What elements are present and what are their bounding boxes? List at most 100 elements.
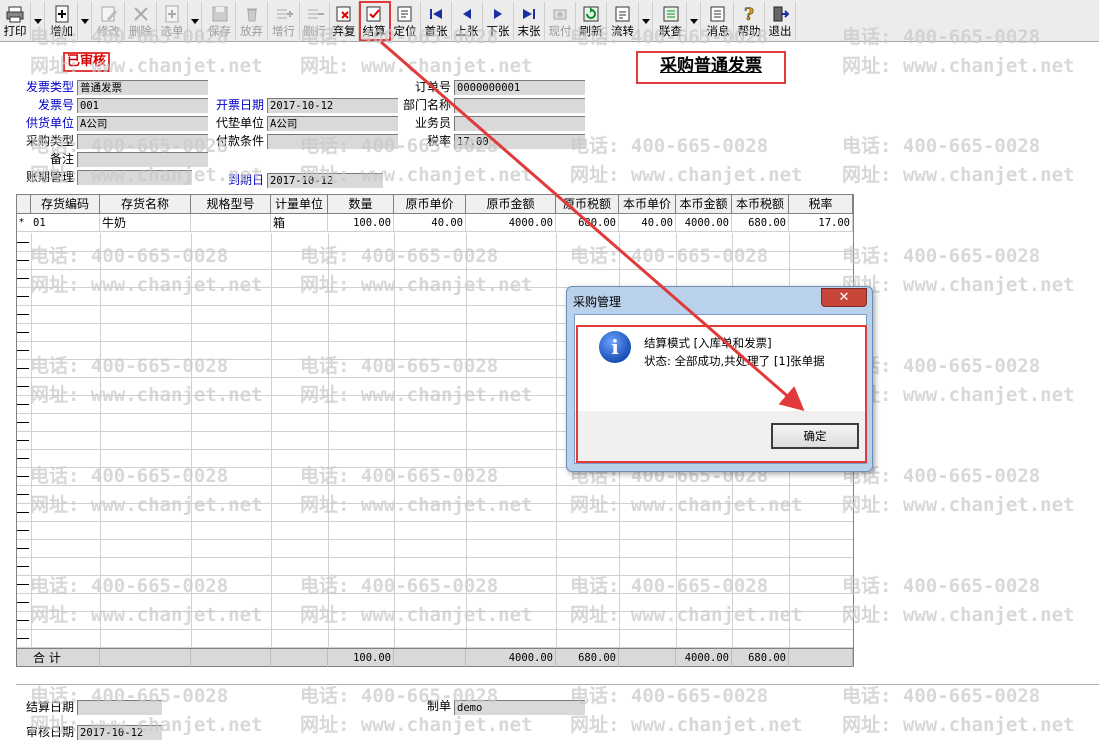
audit-date-label: 审核日期 [25,725,74,739]
delete-button[interactable]: 删除 [125,2,157,40]
message-icon [710,6,725,22]
column-header[interactable]: 数量 [328,195,394,213]
select-doc-button[interactable]: 选单 [157,2,188,40]
payment-terms-field[interactable] [267,134,398,149]
table-cell[interactable]: 01 [31,214,100,232]
ok-button[interactable]: 确定 [771,423,859,449]
last-record-icon [523,9,535,19]
table-cell[interactable]: 100.00 [328,214,394,232]
refresh-button[interactable]: 刷新 [576,2,607,40]
table-cell[interactable]: 680.00 [732,214,789,232]
dialog-message-status: 状态: 全部成功,共处理了 [1]张单据 [644,354,825,368]
add-dropdown[interactable] [78,2,92,40]
close-icon: ✕ [838,290,850,305]
column-header[interactable]: 税率 [789,195,853,213]
advance-unit-field[interactable]: A公司 [267,116,398,131]
purchase-type-field[interactable] [77,134,208,149]
add-row-button[interactable]: 增行 [268,2,300,40]
remark-field[interactable] [77,152,208,167]
audit-date-field[interactable]: 2017-10-12 [77,725,162,740]
department-label: 部门名称 [402,98,451,112]
settle-date-field[interactable] [77,700,162,715]
table-cell[interactable]: 40.00 [619,214,676,232]
dialog-body: i 结算模式 [入库单和发票] 状态: 全部成功,共处理了 [1]张单据 确定 [574,314,867,464]
column-header[interactable]: 存货名称 [100,195,191,213]
total-cell [100,649,191,667]
column-header[interactable]: 原币税额 [556,195,619,213]
link-query-icon [663,6,678,22]
row-marker: * [19,217,24,228]
table-cell[interactable]: 680.00 [556,214,619,232]
due-date-field[interactable]: 2017-10-12 [267,173,383,188]
delete-row-icon [307,9,324,19]
link-query-button[interactable]: 联查 [655,2,687,40]
message-button[interactable]: 消息 [703,2,734,40]
first-record-button[interactable]: 首张 [421,2,452,40]
prev-record-icon [463,9,471,19]
unapprove-button[interactable]: 弃复 [330,2,359,40]
payment-terms-label: 付款条件 [215,134,264,148]
column-header[interactable]: 原币单价 [394,195,466,213]
dialog-message-mode: 结算模式 [入库单和发票] [644,336,772,350]
last-record-button[interactable]: 末张 [514,2,545,40]
total-cell: 4000.00 [676,649,732,667]
table-cell[interactable]: 40.00 [394,214,466,232]
table-cell[interactable]: 箱 [271,214,328,232]
locate-icon [397,6,412,22]
add-row-icon [276,9,293,19]
delete-icon [133,7,148,21]
table-cell[interactable]: 4000.00 [466,214,556,232]
total-cell: 100.00 [328,649,394,667]
salesman-field[interactable] [454,116,585,131]
add-doc-icon [55,5,68,23]
column-header[interactable]: 本币单价 [619,195,676,213]
invoice-date-label: 开票日期 [215,98,264,112]
table-row[interactable]: * 01 牛奶 箱 100.00 40.00 4000.00 680.00 40… [17,214,853,232]
salesman-label: 业务员 [414,116,451,130]
next-record-button[interactable]: 下张 [483,2,514,40]
grid-header: 存货编码 存货名称 规格型号 计量单位 数量 原币单价 原币金额 原币税额 本币… [17,195,853,214]
column-header[interactable]: 规格型号 [191,195,271,213]
column-header[interactable]: 本币税额 [732,195,789,213]
add-button[interactable]: 增加 [46,2,78,40]
help-button[interactable]: ? 帮助 [734,2,765,40]
save-button[interactable]: 保存 [204,2,236,40]
table-cell[interactable]: 17.00 [789,214,853,232]
period-field[interactable] [77,170,192,185]
column-header[interactable]: 存货编码 [31,195,100,213]
table-cell[interactable] [191,214,271,232]
invoice-type-field[interactable]: 普通发票 [77,80,208,95]
order-no-field[interactable]: 0000000001 [454,80,585,95]
table-cell[interactable]: 4000.00 [676,214,732,232]
invoice-date-field[interactable]: 2017-10-12 [267,98,398,113]
pay-button[interactable]: 现付 [545,2,576,40]
tax-rate-field[interactable]: 17.00 [454,134,585,149]
print-dropdown[interactable] [31,2,45,40]
prev-record-button[interactable]: 上张 [452,2,483,40]
maker-label: 制单 [426,699,451,713]
department-field[interactable] [454,98,585,113]
settle-button[interactable]: 结算 [359,2,390,40]
flow-button[interactable]: 流转 [607,2,639,40]
discard-button[interactable]: 放弃 [236,2,268,40]
delete-row-button[interactable]: 删行 [300,2,330,40]
first-record-icon [430,9,442,19]
invoice-no-label: 发票号 [37,98,74,112]
supplier-field[interactable]: A公司 [77,116,208,131]
column-header[interactable]: 原币金额 [466,195,556,213]
total-cell: 680.00 [732,649,789,667]
maker-field[interactable]: demo [454,700,585,715]
edit-icon [101,6,117,22]
table-cell[interactable]: 牛奶 [100,214,191,232]
select-doc-dropdown[interactable] [188,2,202,40]
invoice-no-field[interactable]: 001 [77,98,208,113]
print-button[interactable]: 打印 [0,2,31,40]
column-header[interactable]: 计量单位 [271,195,328,213]
edit-button[interactable]: 修改 [93,2,125,40]
exit-button[interactable]: 退出 [765,2,796,40]
locate-button[interactable]: 定位 [390,2,421,40]
column-header[interactable]: 本币金额 [676,195,732,213]
flow-dropdown[interactable] [639,2,653,40]
close-button[interactable]: ✕ [821,288,867,307]
link-query-dropdown[interactable] [687,2,701,40]
